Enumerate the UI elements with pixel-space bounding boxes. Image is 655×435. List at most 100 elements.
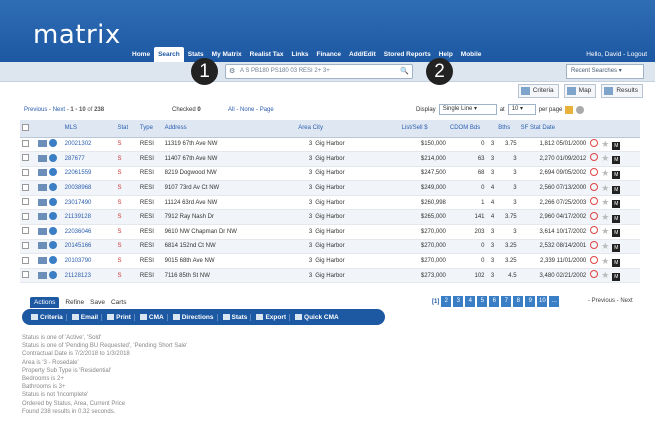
globe-icon[interactable] — [48, 256, 57, 265]
photo-icon[interactable] — [37, 242, 47, 250]
results-tab[interactable]: Results — [601, 84, 643, 98]
row-checkbox[interactable] — [22, 139, 29, 147]
export-button[interactable]: Export — [253, 313, 291, 321]
nav-item-finance[interactable]: Finance — [312, 47, 345, 62]
matrix-m-icon[interactable]: M — [612, 273, 621, 282]
nav-item-links[interactable]: Links — [287, 47, 312, 62]
quick-search-input[interactable]: ⚙ A S PB180 PS180 03 RESI 2+ 3+ 🔍 — [225, 64, 413, 79]
favorite-star-icon[interactable]: ★ — [601, 212, 609, 222]
favorite-star-icon[interactable]: ★ — [601, 270, 609, 280]
search-go-icon[interactable]: 🔍 — [400, 65, 409, 78]
row-checkbox[interactable] — [22, 212, 29, 220]
photo-icon[interactable] — [37, 257, 47, 265]
favorite-star-icon[interactable]: ★ — [601, 183, 609, 193]
user-greeting[interactable]: Hello, David - Logout — [586, 51, 647, 58]
quick-cma-button[interactable]: Quick CMA — [292, 314, 342, 321]
table-row[interactable]: 22036046 S RESI 9610 NW Chapman Dr NW 3 Gig H… — [20, 224, 640, 240]
page-link[interactable]: 4 — [465, 296, 476, 307]
globe-icon[interactable] — [48, 226, 57, 235]
page-link[interactable]: ... — [549, 296, 560, 307]
nav-item-search[interactable]: Search — [154, 47, 184, 62]
select-none-link[interactable]: None — [240, 107, 254, 113]
matrix-m-icon[interactable]: M — [612, 156, 621, 165]
globe-icon[interactable] — [48, 270, 57, 279]
reverse-prospect-icon[interactable] — [590, 270, 599, 279]
map-tab[interactable]: Map — [563, 84, 597, 98]
reverse-prospect-icon[interactable] — [590, 226, 599, 235]
nav-item-add-edit[interactable]: Add/Edit — [345, 47, 380, 62]
photo-icon[interactable] — [37, 184, 47, 192]
favorite-star-icon[interactable]: ★ — [601, 226, 609, 236]
col-type[interactable]: Type — [137, 120, 163, 138]
nav-item-stored-reports[interactable]: Stored Reports — [380, 47, 435, 62]
favorite-star-icon[interactable]: ★ — [601, 139, 609, 149]
row-checkbox[interactable] — [22, 168, 29, 176]
next-link[interactable]: Next — [53, 107, 65, 113]
table-row[interactable]: 20145166 S RESI 6814 152nd Ct NW 3 Gig Harbor… — [20, 239, 640, 255]
photo-icon[interactable] — [37, 213, 47, 221]
globe-icon[interactable] — [48, 139, 57, 148]
matrix-m-icon[interactable]: M — [612, 243, 621, 252]
settings-icon[interactable] — [565, 105, 574, 114]
action-tab-actions[interactable]: Actions — [30, 297, 60, 308]
help-icon[interactable] — [576, 105, 585, 114]
globe-icon[interactable] — [48, 168, 57, 177]
reverse-prospect-icon[interactable] — [590, 211, 599, 220]
directions-button[interactable]: Directions — [170, 313, 218, 321]
action-tab-refine[interactable]: Refine — [65, 299, 84, 306]
page-link[interactable]: 3 — [453, 296, 464, 307]
row-checkbox[interactable] — [22, 227, 29, 235]
col-price[interactable]: List/Sell $ — [399, 120, 448, 138]
matrix-m-icon[interactable]: M — [612, 141, 621, 150]
globe-icon[interactable] — [48, 212, 57, 221]
favorite-star-icon[interactable]: ★ — [601, 153, 609, 163]
table-row[interactable]: 20103790 S RESI 9015 68th Ave NW 3 Gig Harbor… — [20, 253, 640, 269]
page-link[interactable]: 2 — [441, 296, 452, 307]
select-all-link[interactable]: All — [228, 107, 235, 113]
mls-link[interactable]: 22061559 — [62, 166, 116, 182]
table-row[interactable]: 22061559 S RESI 8219 Dogwood NW 3 Gig Harbor $… — [20, 166, 640, 182]
stats-button[interactable]: Stats — [220, 313, 252, 321]
globe-icon[interactable] — [48, 183, 57, 192]
page-link[interactable]: 6 — [489, 296, 500, 307]
table-row[interactable]: 287677 S RESI 11407 67th Ave NW 3 Gig Harbor $… — [20, 151, 640, 167]
row-checkbox[interactable] — [22, 271, 29, 279]
reverse-prospect-icon[interactable] — [590, 182, 599, 191]
header-checkbox[interactable] — [22, 123, 29, 131]
photo-icon[interactable] — [37, 227, 47, 235]
row-checkbox[interactable] — [22, 183, 29, 191]
table-row[interactable]: 23017490 S RESI 11124 63rd Ave NW 3 Gig Harbo… — [20, 195, 640, 211]
table-row[interactable]: 20021302 S RESI 11319 67th Ave NW 3 Gig Harbo… — [20, 137, 640, 153]
criteria-button[interactable]: Criteria — [28, 313, 67, 321]
criteria-tab[interactable]: Criteria — [517, 84, 559, 98]
reverse-prospect-icon[interactable] — [590, 240, 599, 249]
per-page-select[interactable]: 10 ▾ — [507, 104, 536, 115]
col-sf-stat-date[interactable]: SF Stat Date — [518, 120, 589, 138]
photo-icon[interactable] — [37, 169, 47, 177]
row-checkbox[interactable] — [22, 154, 29, 162]
mls-link[interactable]: 21128123 — [62, 268, 116, 284]
favorite-star-icon[interactable]: ★ — [601, 168, 609, 178]
recent-searches-select[interactable]: Recent Searches ▾ — [566, 64, 644, 79]
page-link[interactable]: 5 — [477, 296, 488, 307]
col-mls[interactable]: MLS — [62, 120, 116, 138]
globe-icon[interactable] — [48, 153, 57, 162]
row-checkbox[interactable] — [22, 256, 29, 264]
mls-link[interactable]: 20021302 — [62, 137, 116, 153]
page-link[interactable]: 9 — [525, 296, 536, 307]
nav-item-realist-tax[interactable]: Realist Tax — [246, 47, 288, 62]
print-button[interactable]: Print — [104, 313, 135, 321]
matrix-m-icon[interactable]: M — [612, 170, 621, 179]
col-address[interactable]: Address — [162, 120, 297, 138]
display-select[interactable]: Single Line ▾ — [438, 104, 497, 115]
previous-link[interactable]: Previous — [24, 107, 47, 113]
mls-link[interactable]: 23017490 — [62, 195, 116, 211]
mls-link[interactable]: 20103790 — [62, 253, 116, 269]
mls-link[interactable]: 22036046 — [62, 224, 116, 240]
pagination-prev-next[interactable]: - Previous - Next — [588, 298, 633, 304]
favorite-star-icon[interactable]: ★ — [601, 241, 609, 251]
globe-icon[interactable] — [48, 197, 57, 206]
email-button[interactable]: Email — [69, 313, 103, 321]
photo-icon[interactable] — [37, 140, 47, 148]
mls-link[interactable]: 20145166 — [62, 239, 116, 255]
